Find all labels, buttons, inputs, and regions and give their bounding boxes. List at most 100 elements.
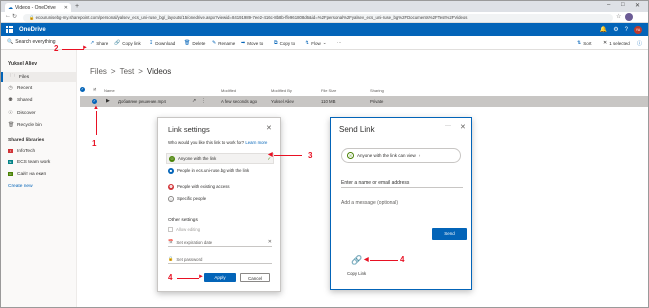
sidebar-item-label: Recent <box>17 85 33 91</box>
share-icon: ↗ <box>90 40 95 46</box>
rename-button[interactable]: ✎ Rename <box>212 40 235 46</box>
url-input[interactable]: 🔒 ecourunisebg-my.sharepoint.com/persona… <box>23 14 613 22</box>
copy-link-icon[interactable]: 🔗 <box>351 255 362 266</box>
calendar-icon: 📅 <box>168 239 174 244</box>
recipient-input[interactable]: Enter a name or email address <box>341 178 463 188</box>
copy-link-button[interactable]: 🔗 Copy link <box>114 40 141 46</box>
create-new-link[interactable]: Create new <box>8 184 33 189</box>
table-row[interactable]: ✓ ▶ Добавяне решение.mp4 ↗ ⋮ A few secon… <box>80 96 648 107</box>
bookmark-star-icon[interactable]: ☆ <box>616 13 621 20</box>
copy-to-button[interactable]: ⧉ Copy to <box>274 40 295 46</box>
download-button[interactable]: ↧ Download <box>149 40 175 46</box>
more-commands-button[interactable]: ··· <box>337 40 342 45</box>
arrow-head-icon: ► <box>82 45 88 51</box>
copy-link-label[interactable]: Copy Link <box>347 271 366 276</box>
password-field[interactable]: 🔒 Set password <box>168 255 272 264</box>
copy-to-label: Copy to <box>279 40 296 46</box>
annotation-arrow <box>274 155 302 156</box>
close-icon[interactable]: ✕ <box>266 124 272 132</box>
file-modified: A few seconds ago <box>221 99 258 104</box>
send-link-title: Send Link <box>339 125 375 134</box>
person-icon: ☺ <box>168 196 174 202</box>
flow-button[interactable]: ↯ Flow ⌄ <box>305 40 327 46</box>
sidebar-item-recent[interactable]: ◷ Recent <box>1 83 77 93</box>
breadcrumb-test[interactable]: Test <box>120 67 135 76</box>
search-box[interactable]: 🔍 Search everything <box>7 39 56 45</box>
gear-icon[interactable]: ⚙ <box>613 26 618 33</box>
more-options-icon[interactable]: ··· <box>445 123 451 129</box>
sidebar-item-discover[interactable]: ☉ Discover <box>1 108 77 118</box>
option-specific-people[interactable]: ☺ Specific people <box>168 196 268 202</box>
breadcrumb-files[interactable]: Files <box>90 67 107 76</box>
browser-profile-avatar[interactable] <box>625 13 633 21</box>
apply-button[interactable]: Apply <box>204 273 236 282</box>
select-all-checkbox[interactable]: ✓ <box>80 87 85 92</box>
annotation-3: 3 <box>308 151 313 160</box>
row-checkbox[interactable]: ✓ <box>92 99 97 104</box>
move-icon: ➡ <box>241 40 246 46</box>
column-name[interactable]: Name <box>104 88 115 93</box>
globe-icon: ☉ <box>8 110 13 116</box>
help-icon[interactable]: ? <box>625 27 628 33</box>
bell-icon[interactable]: 🔔 <box>600 26 607 33</box>
app-name[interactable]: OneDrive <box>19 27 46 33</box>
column-file-size[interactable]: File Size <box>321 88 336 93</box>
app-launcher-icon[interactable] <box>6 26 13 33</box>
selection-count[interactable]: ✕ 1 selected <box>603 40 630 46</box>
file-modified-by: Yuksel Aliev <box>271 99 294 104</box>
sidebar-item-label: Discover <box>17 110 36 116</box>
column-sharing[interactable]: Sharing <box>370 88 384 93</box>
more-row-icon[interactable]: ⋮ <box>201 98 206 104</box>
sidebar-item-label: InfoTech <box>17 148 36 154</box>
option-anyone-with-link[interactable]: ☉ Anyone with the link ✓ <box>166 153 274 164</box>
link-icon: 🔗 <box>114 40 121 46</box>
sidebar-library-ecs-team-work[interactable]: E ECS team work <box>1 157 77 167</box>
app-bar: OneDrive 🔔 ⚙ ? YA <box>1 23 648 36</box>
rename-label: Rename <box>218 40 236 46</box>
sidebar-item-label: Files <box>19 74 30 80</box>
file-name[interactable]: Добавяне решение.mp4 <box>118 99 166 104</box>
file-sharing: Private <box>370 99 384 104</box>
close-icon[interactable]: ✕ <box>460 123 466 131</box>
close-tab-icon[interactable]: ✕ <box>64 5 68 11</box>
learn-more-link[interactable]: Learn more <box>245 140 267 145</box>
back-icon[interactable]: ← <box>5 13 11 19</box>
delete-button[interactable]: 🗑 Delete <box>184 40 205 46</box>
new-tab-icon[interactable]: + <box>75 3 79 10</box>
share-button[interactable]: ↗ Share <box>90 40 108 46</box>
sidebar-item-shared[interactable]: ⚉ Shared <box>1 95 77 105</box>
message-input[interactable]: Add a message (optional) <box>341 200 398 206</box>
maximize-icon[interactable]: □ <box>621 2 625 8</box>
sidebar-item-recycle-bin[interactable]: 🗑 Recycle bin <box>1 120 77 130</box>
sidebar-library-infotech[interactable]: I InfoTech <box>1 146 77 156</box>
user-avatar[interactable]: YA <box>634 25 642 34</box>
option-people-in-org[interactable]: ■ People in ecs.uni-ruse.bg with the lin… <box>168 168 268 174</box>
allow-editing-checkbox[interactable]: Allow editing <box>168 227 200 232</box>
column-modified[interactable]: Modified <box>221 88 236 93</box>
cancel-button[interactable]: Cancel <box>240 273 270 282</box>
chevron-right-icon: › <box>418 153 421 158</box>
share-row-icon[interactable]: ↗ <box>192 98 196 104</box>
column-modified-by[interactable]: Modified By <box>271 88 292 93</box>
folder-icon: 🗀 <box>10 73 16 79</box>
sidebar-item-files[interactable]: 🗀 Files <box>1 72 77 82</box>
info-pane-icon[interactable]: ⓘ <box>637 40 642 47</box>
link-settings-pill[interactable]: ☉ Anyone with the link can view › <box>341 148 461 163</box>
minimize-icon[interactable]: – <box>607 2 610 8</box>
move-to-button[interactable]: ➡ Move to <box>241 40 263 46</box>
copy-link-label: Copy link <box>122 40 141 46</box>
sort-button[interactable]: ⇅ Sort <box>577 40 591 46</box>
library-icon: I <box>8 149 13 153</box>
expiration-date-field[interactable]: 📅 Set expiration date ✕ <box>168 238 272 247</box>
close-window-icon[interactable]: ✕ <box>635 2 640 9</box>
sidebar-library-team-site[interactable]: C Сайт на екип <box>1 169 77 179</box>
sidebar-item-label: ECS team work <box>17 159 51 165</box>
option-existing-access[interactable]: ⚉ People with existing access <box>168 184 268 190</box>
refresh-icon[interactable]: ↻ <box>12 13 17 20</box>
browser-tab[interactable]: ☁ Videos - OneDrive ✕ <box>5 3 71 12</box>
arrow-head-icon: ◀ <box>364 257 369 263</box>
annotation-arrow <box>370 260 398 261</box>
clear-date-icon[interactable]: ✕ <box>268 239 272 245</box>
trash-icon: 🗑 <box>8 122 15 128</box>
send-button[interactable]: Send <box>432 228 467 240</box>
